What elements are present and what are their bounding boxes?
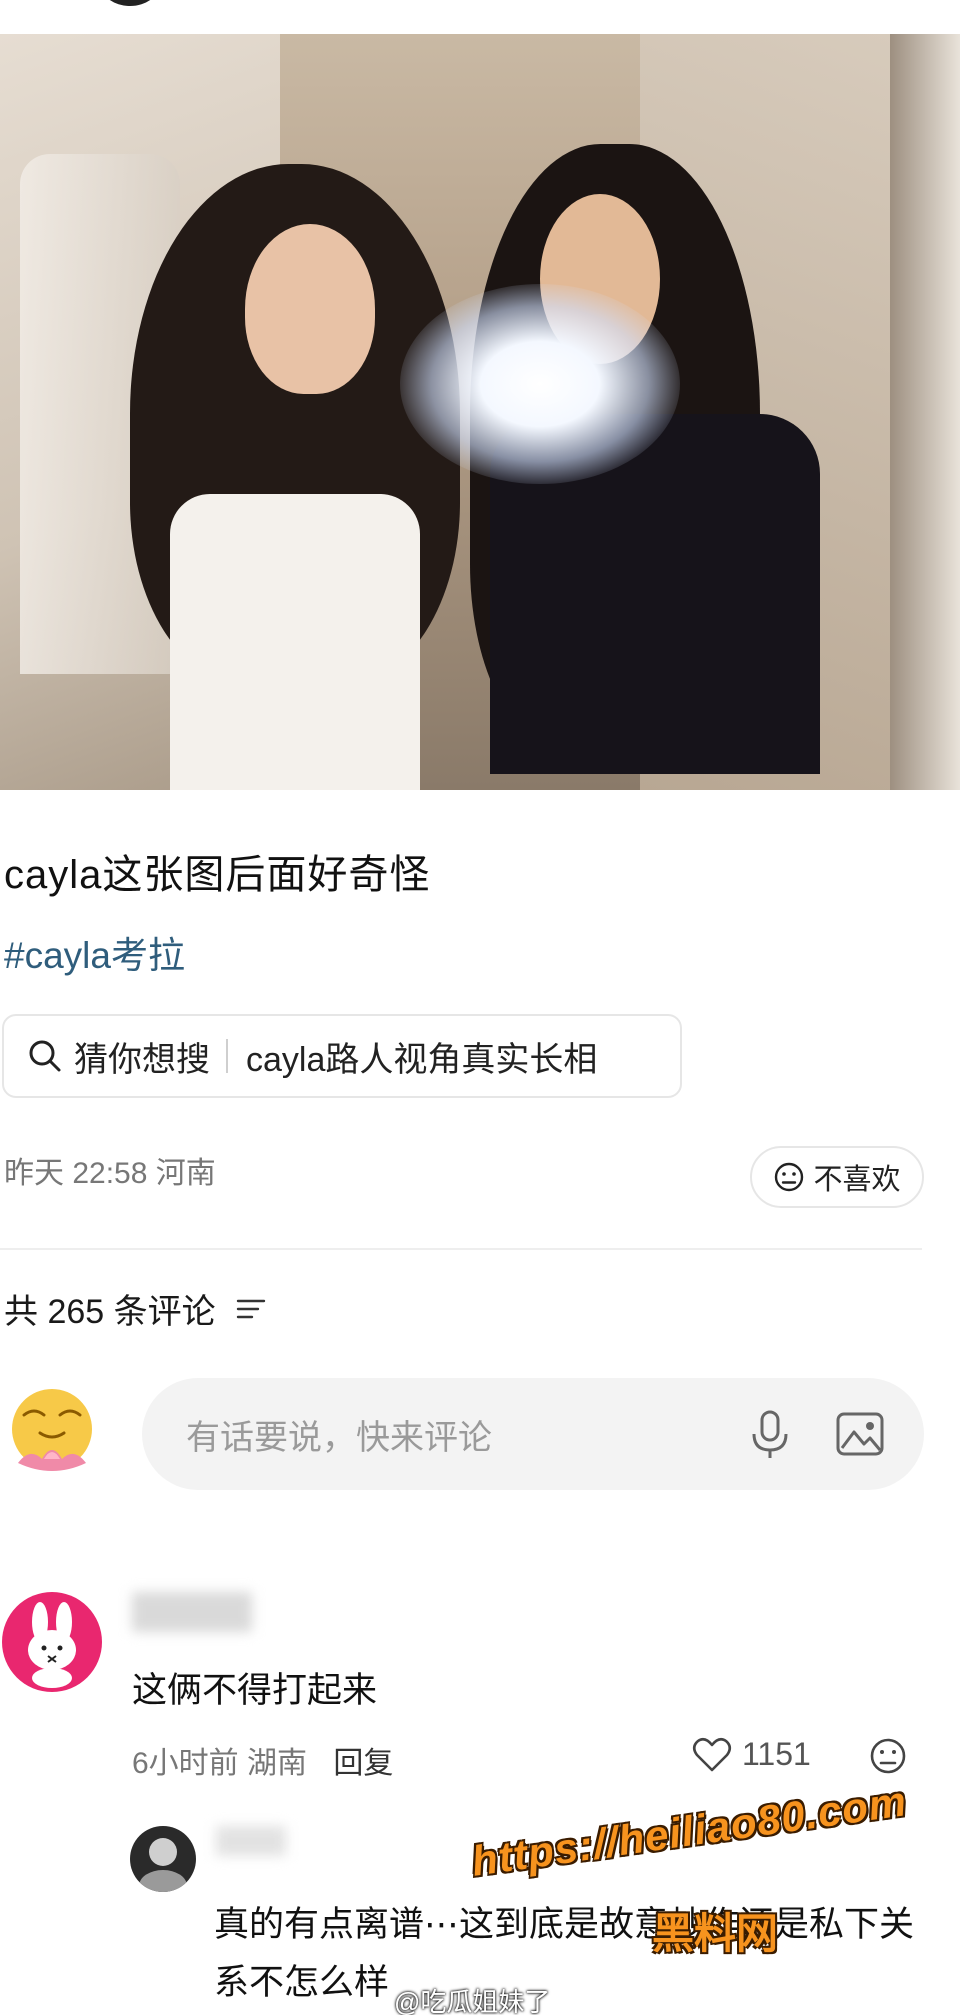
watermark-url: https://heiliao80.com	[468, 1777, 910, 1885]
microphone-icon[interactable]	[742, 1406, 798, 1462]
current-user-avatar[interactable]	[4, 1385, 100, 1481]
reply-button[interactable]: 回复	[333, 1747, 393, 1780]
comment-dislike-icon[interactable]	[868, 1736, 908, 1776]
dislike-label: 不喜欢	[813, 1164, 901, 1196]
suggested-search-chip[interactable]: 猜你想搜 cayla路人视角真实长相	[2, 1014, 682, 1098]
photo-person-left-top	[170, 494, 420, 790]
reply-commenter-avatar[interactable]	[130, 1826, 196, 1892]
comment-meta: 6小时前 湖南 回复	[132, 1738, 393, 1782]
photo-mirror-edge	[890, 34, 960, 790]
author-avatar-partial[interactable]	[100, 0, 160, 6]
post-title: cayla这张图后面好奇怪	[4, 853, 431, 897]
dislike-button[interactable]: 不喜欢	[750, 1146, 924, 1208]
photo-person-left-face	[245, 224, 375, 394]
watermark-weibo-handle: @吃瓜姐妹了	[394, 1987, 551, 2015]
comment-count-label: 共 265 条评论	[4, 1293, 216, 1331]
comment-like-button[interactable]: 1151	[692, 1736, 811, 1773]
commenter-name-blurred	[132, 1592, 252, 1632]
post-photo[interactable]	[0, 34, 960, 790]
reply-comment-text: 真的有点离谱⋯这到底是故意炒作还是私下关系不怎么样	[214, 1905, 915, 2002]
commenter-avatar[interactable]	[2, 1592, 102, 1692]
suggested-search-prefix: 猜你想搜	[74, 1040, 210, 1079]
photo-camera-flash	[400, 284, 680, 484]
suggested-search-query: cayla路人视角真实长相	[246, 1040, 598, 1079]
sad-face-icon	[775, 1162, 804, 1192]
section-divider	[0, 1248, 922, 1250]
search-icon	[29, 1040, 61, 1072]
comment-input[interactable]: 有话要说，快来评论	[142, 1378, 924, 1490]
chip-divider	[226, 1039, 228, 1073]
comment-like-count: 1151	[742, 1736, 811, 1772]
avatar-photo-icon	[139, 1838, 187, 1892]
reply-commenter-name-blurred	[216, 1826, 286, 1856]
image-icon[interactable]	[832, 1406, 888, 1462]
watermark-site-name: 黑料网	[652, 1910, 779, 1957]
comment-time-location: 6小时前 湖南	[132, 1747, 308, 1780]
comment-count-header: 共 265 条评论	[4, 1284, 268, 1333]
sort-icon[interactable]	[234, 1294, 268, 1324]
post-meta: 昨天 22:58 河南	[4, 1157, 216, 1190]
heart-icon	[692, 1737, 732, 1771]
comment-input-placeholder: 有话要说，快来评论	[186, 1418, 492, 1457]
post-hashtag[interactable]: #cayla考拉	[4, 925, 185, 979]
bunny-icon	[28, 1602, 76, 1688]
comment-text: 这俩不得打起来	[132, 1671, 378, 1710]
